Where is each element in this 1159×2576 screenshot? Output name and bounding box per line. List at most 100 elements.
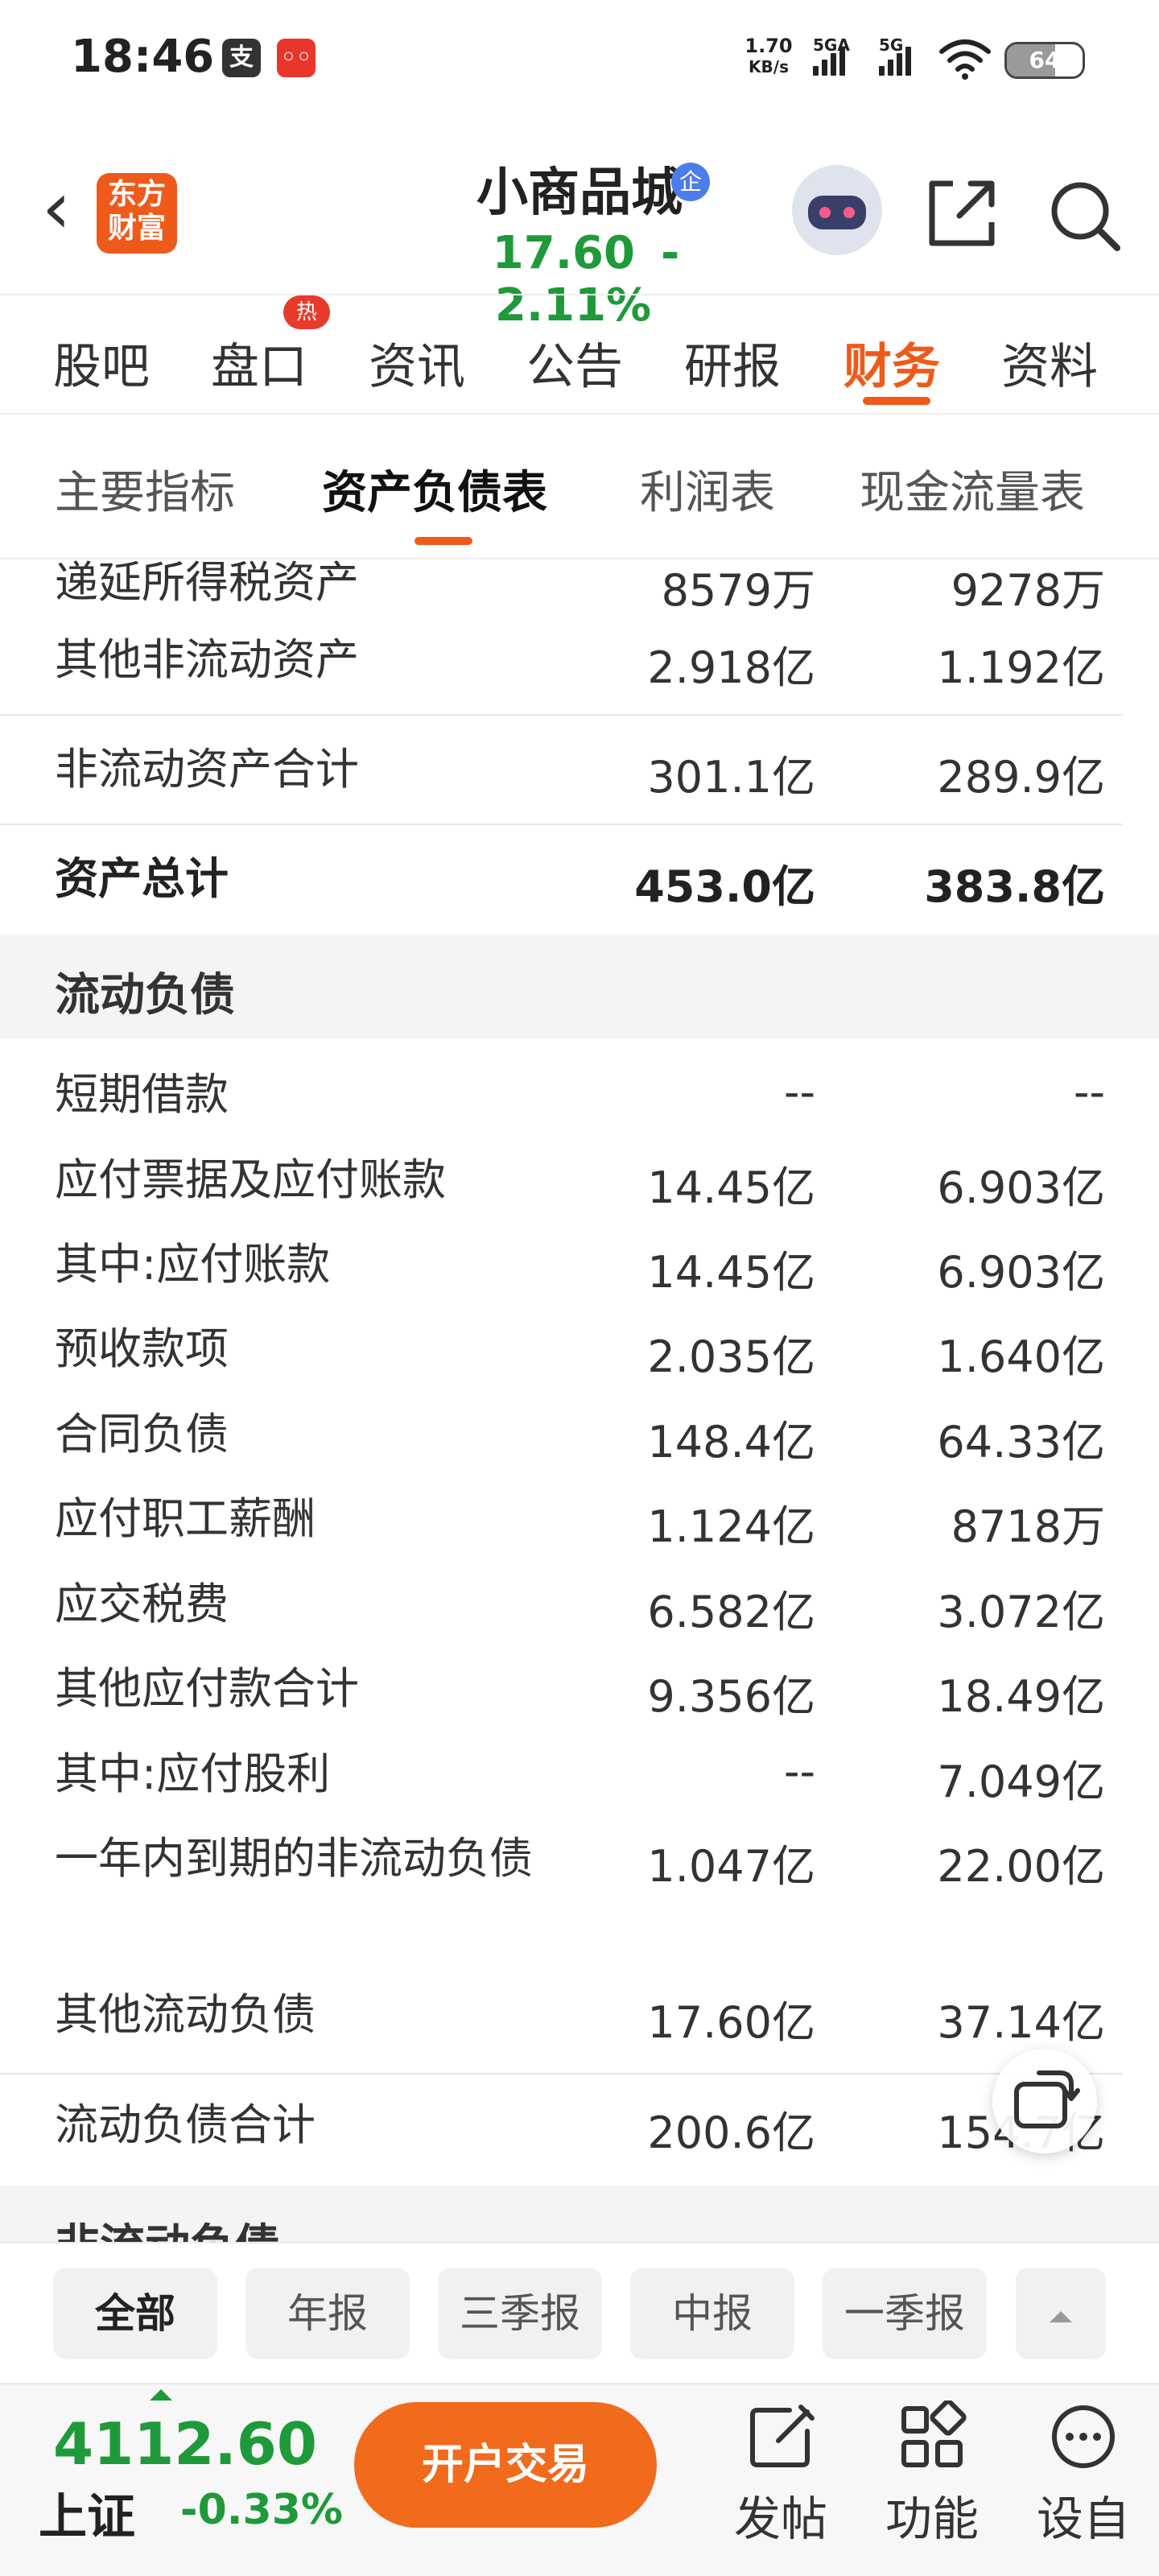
active-subtab-indicator [415, 537, 472, 545]
row-label: 非流动资产合计 [55, 744, 359, 795]
row-value-period1: 6.582亿 [647, 1587, 815, 1637]
row-label: 合同负债 [55, 1409, 229, 1459]
settings-button[interactable]: 设自 [1019, 2401, 1148, 2549]
row-value-period1: 453.0亿 [634, 861, 815, 912]
speed-unit: KB/s [749, 57, 789, 76]
row-value-period1: 8579万 [661, 565, 815, 616]
back-arrow-icon[interactable]: ‹ [24, 172, 89, 245]
row-label: 其他应付款合计 [55, 1663, 359, 1714]
battery-level: 64 [1029, 47, 1061, 73]
row-label: 递延所得税资产 [55, 559, 359, 608]
row-divider [0, 824, 1123, 825]
row-value-period2: 383.8亿 [924, 861, 1105, 912]
index-name[interactable]: 上证 [39, 2478, 135, 2548]
row-value-period2: 18.49亿 [937, 1671, 1105, 1722]
tab-research[interactable]: 研报 [684, 328, 781, 398]
row-label: 其他非流动资产 [55, 634, 359, 685]
row-value-period1: 301.1亿 [647, 752, 815, 803]
row-value-period2: 7.049亿 [937, 1757, 1105, 1807]
row-value-period1: 1.124亿 [647, 1501, 815, 1552]
bottom-bar: 4112.60 上证 -0.33% 开户交易 发帖 功能 设自 [0, 2383, 1159, 2576]
speed-value: 1.70 [744, 35, 793, 57]
section-title: 流动负债 [55, 969, 235, 1022]
row-value-period2: -- [1074, 1067, 1105, 1117]
filter-all[interactable]: 全部 [53, 2268, 217, 2359]
row-value-period1: 2.035亿 [647, 1331, 815, 1382]
tab-profile[interactable]: 资料 [1001, 328, 1098, 398]
stock-price: 17.60 [492, 227, 635, 279]
row-value-period1: 14.45亿 [647, 1247, 815, 1298]
filter-q3[interactable]: 三季报 [438, 2268, 602, 2359]
row-divider [0, 714, 1123, 716]
logo-line1: 东方 [107, 178, 166, 211]
row-value-period1: -- [784, 1746, 815, 1797]
row-label: 应付职工薪酬 [55, 1493, 316, 1544]
status-bar: 18:46 支 ◦◦ 1.70 KB/s 5GA 5G 64 [0, 0, 1159, 121]
open-account-trade-button[interactable]: 开户交易 [354, 2402, 657, 2528]
notification-app-icon: ◦◦ [277, 39, 316, 77]
enterprise-badge: 企 [671, 163, 710, 201]
stock-header: ‹ 东方 财富 小商品城 企 17.60 -2.11% [0, 129, 1159, 332]
functions-button[interactable]: 功能 [868, 2401, 996, 2549]
expand-caret-icon[interactable] [150, 2389, 172, 2401]
filter-interim[interactable]: 中报 [630, 2268, 794, 2359]
signal-icon-sim1: 5GA [813, 35, 864, 80]
wifi-icon [939, 39, 991, 80]
rotate-icon [1014, 2070, 1080, 2128]
row-label: 资产总计 [55, 853, 229, 904]
row-value-period1: 9.356亿 [647, 1671, 815, 1722]
row-value-period1: 148.4亿 [647, 1417, 815, 1468]
row-value-period2: 22.00亿 [937, 1841, 1105, 1892]
row-label: 应付票据及应付账款 [55, 1154, 446, 1205]
tab-pankou[interactable]: 盘口 [211, 328, 307, 398]
status-time: 18:46 [71, 31, 215, 83]
row-label: 预收款项 [55, 1323, 229, 1374]
filter-annual[interactable]: 年报 [245, 2268, 410, 2359]
tab-finance[interactable]: 财务 [843, 328, 940, 398]
subtab-income-statement[interactable]: 利润表 [640, 456, 775, 522]
alipay-icon: 支 [222, 39, 261, 77]
post-button[interactable]: 发帖 [716, 2401, 845, 2549]
row-value-period1: -- [784, 1067, 815, 1117]
row-label: 其他流动负债 [55, 1989, 316, 2040]
share-icon[interactable] [926, 177, 998, 250]
filter-q1[interactable]: 一季报 [823, 2268, 987, 2359]
functions-label: 功能 [885, 2491, 979, 2546]
row-label: 一年内到期的非流动负债 [55, 1833, 533, 1884]
index-value[interactable]: 4112.60 [53, 2410, 317, 2478]
search-icon[interactable] [1046, 177, 1124, 254]
row-value-period2: 6.903亿 [937, 1162, 1105, 1213]
sub-tabs: 主要指标 资产负债表 利润表 现金流量表 [0, 415, 1159, 559]
row-value-period2: 289.9亿 [937, 752, 1105, 803]
assistant-robot-icon[interactable] [792, 165, 882, 255]
subtab-key-indicators[interactable]: 主要指标 [55, 456, 235, 522]
hot-badge: 热 [283, 295, 330, 329]
row-value-period1: 2.918亿 [647, 642, 815, 693]
balance-sheet-table[interactable]: 递延所得税资产 8579万 9278万 其他非流动资产 2.918亿 1.192… [0, 559, 1159, 2242]
section-title: 非流动负债 [55, 2210, 280, 2242]
tab-announcements[interactable]: 公告 [526, 328, 623, 398]
row-value-period2: 1.640亿 [937, 1331, 1105, 1382]
tab-guba[interactable]: 股吧 [53, 328, 150, 398]
settings-label: 设自 [1036, 2491, 1130, 2546]
caret-up-icon [1050, 2310, 1072, 2322]
row-value-period1: 1.047亿 [647, 1841, 815, 1892]
row-label: 应交税费 [55, 1579, 229, 1629]
grid-icon [901, 2401, 967, 2467]
row-value-period2: 3.072亿 [937, 1587, 1105, 1637]
period-filter-bar: 全部 年报 三季报 中报 一季报 [0, 2242, 1159, 2383]
row-divider [0, 2073, 1123, 2074]
section-header-current-liabilities: 流动负债 [0, 935, 1159, 1039]
subtab-balance-sheet[interactable]: 资产负债表 [322, 456, 547, 522]
tab-news[interactable]: 资讯 [369, 328, 465, 398]
more-icon [1052, 2405, 1115, 2468]
rotate-screen-button[interactable] [992, 2049, 1097, 2153]
row-value-period2: 8718万 [951, 1501, 1105, 1552]
battery-icon: 64 [1004, 42, 1085, 79]
subtab-cash-flow[interactable]: 现金流量表 [860, 456, 1085, 522]
index-change[interactable]: -0.33% [180, 2486, 343, 2534]
row-value-period2: 37.14亿 [937, 1997, 1105, 2048]
collapse-button[interactable] [1016, 2268, 1106, 2359]
section-header-noncurrent-liabilities: 非流动负债 [0, 2186, 1159, 2242]
row-label: 流动负债合计 [55, 2099, 316, 2150]
